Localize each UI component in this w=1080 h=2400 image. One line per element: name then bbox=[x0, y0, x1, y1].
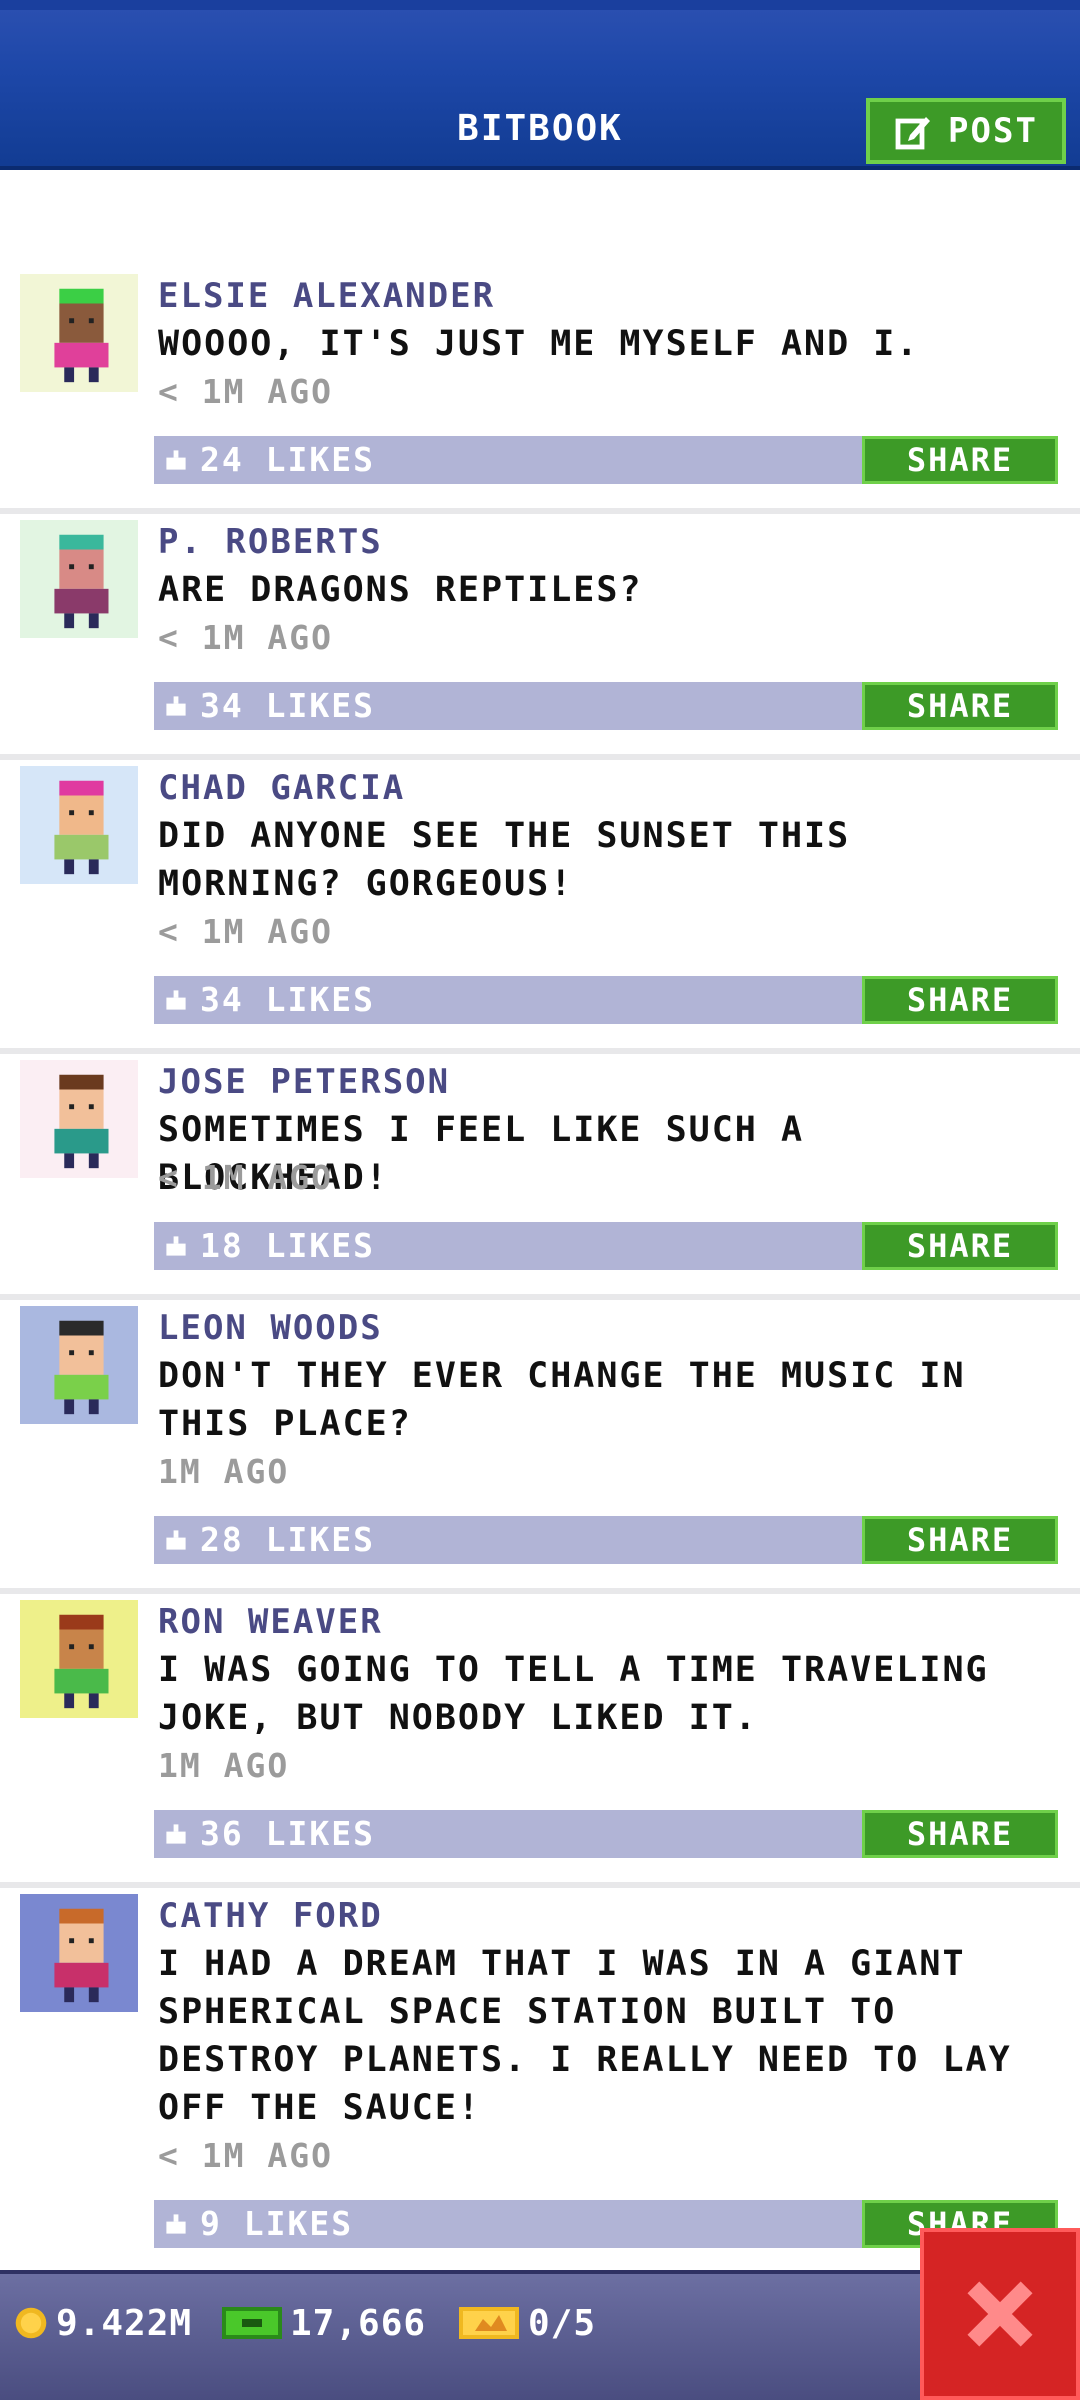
coin-icon bbox=[15, 2307, 47, 2339]
likes-bar: 18 LIKES SHARE bbox=[154, 1222, 1058, 1270]
avatar-icon bbox=[20, 1894, 138, 2012]
tickets-value: 0/5 bbox=[528, 2302, 597, 2344]
likes-label: 28 LIKES bbox=[200, 1520, 375, 1559]
likes-count[interactable]: 24 LIKES bbox=[164, 436, 375, 484]
post-item: ELSIE ALEXANDER WOOOO, IT'S JUST ME MYSEL… bbox=[0, 270, 1080, 514]
avatar-icon bbox=[20, 766, 138, 884]
likes-bar: 34 LIKES SHARE bbox=[154, 976, 1058, 1024]
avatar-icon bbox=[20, 1306, 138, 1424]
post-text-line: WOOOO, IT'S JUST ME MYSELF AND I. bbox=[158, 324, 920, 364]
bux-icon bbox=[222, 2307, 282, 2339]
app-header: BITBOOK POST bbox=[0, 0, 1080, 170]
post-item: CHAD GARCIA DID ANYONE SEE THE SUNSET THI… bbox=[0, 762, 1080, 1054]
post-text-line: OFF THE SAUCE! bbox=[158, 2088, 482, 2128]
likes-label: 34 LIKES bbox=[200, 980, 375, 1019]
post-text-line: MORNING? GORGEOUS! bbox=[158, 864, 574, 904]
post-button-label: POST bbox=[948, 111, 1038, 151]
bux-value: 17,666 bbox=[290, 2302, 427, 2344]
avatar-icon bbox=[20, 1600, 138, 1718]
post-text-line: THIS PLACE? bbox=[158, 1404, 412, 1444]
coins-value: 9.422M bbox=[56, 2302, 193, 2344]
post-author[interactable]: JOSE PETERSON bbox=[158, 1058, 450, 1106]
share-button[interactable]: SHARE bbox=[862, 1516, 1058, 1564]
ticket-icon bbox=[459, 2307, 519, 2339]
likes-count[interactable]: 18 LIKES bbox=[164, 1222, 375, 1270]
post-item: P. ROBERTS ARE DRAGONS REPTILES? < 1M AGO 3… bbox=[0, 516, 1080, 760]
avatar[interactable] bbox=[20, 766, 138, 884]
post-timestamp: 1M AGO bbox=[158, 1452, 290, 1491]
likes-bar: 28 LIKES SHARE bbox=[154, 1516, 1058, 1564]
thumbs-up-icon bbox=[166, 1236, 186, 1256]
post-timestamp: < 1M AGO bbox=[158, 618, 333, 657]
tickets-stat: 0/5 bbox=[458, 2298, 596, 2348]
likes-count[interactable]: 28 LIKES bbox=[164, 1516, 375, 1564]
post-timestamp: < 1M AGO bbox=[158, 1158, 333, 1197]
post-timestamp: 1M AGO bbox=[158, 1746, 290, 1785]
post-text-line: JOKE, BUT NOBODY LIKED IT. bbox=[158, 1698, 758, 1738]
post-text-line: ARE DRAGONS REPTILES? bbox=[158, 570, 643, 610]
likes-label: 9 LIKES bbox=[200, 2204, 354, 2243]
avatar[interactable] bbox=[20, 274, 138, 392]
likes-count[interactable]: 34 LIKES bbox=[164, 976, 375, 1024]
post-feed[interactable]: ELSIE ALEXANDER WOOOO, IT'S JUST ME MYSEL… bbox=[0, 170, 1080, 2270]
avatar[interactable] bbox=[20, 1600, 138, 1718]
likes-count[interactable]: 34 LIKES bbox=[164, 682, 375, 730]
post-text-line: I WAS GOING TO TELL A TIME TRAVELING bbox=[158, 1650, 989, 1690]
thumbs-up-icon bbox=[166, 990, 186, 1010]
avatar-icon bbox=[20, 520, 138, 638]
share-button[interactable]: SHARE bbox=[862, 976, 1058, 1024]
likes-bar: 36 LIKES SHARE bbox=[154, 1810, 1058, 1858]
thumbs-up-icon bbox=[166, 2214, 186, 2234]
likes-count[interactable]: 36 LIKES bbox=[164, 1810, 375, 1858]
post-text-line: DID ANYONE SEE THE SUNSET THIS bbox=[158, 816, 851, 856]
post-author[interactable]: CATHY FORD bbox=[158, 1892, 383, 1940]
avatar-icon bbox=[20, 274, 138, 392]
avatar[interactable] bbox=[20, 1894, 138, 2012]
post-author[interactable]: LEON WOODS bbox=[158, 1304, 383, 1352]
post-author[interactable]: CHAD GARCIA bbox=[158, 764, 405, 812]
likes-label: 18 LIKES bbox=[200, 1226, 375, 1265]
avatar[interactable] bbox=[20, 520, 138, 638]
post-item: LEON WOODS DON'T THEY EVER CHANGE THE MUS… bbox=[0, 1302, 1080, 1594]
likes-bar: 24 LIKES SHARE bbox=[154, 436, 1058, 484]
post-timestamp: < 1M AGO bbox=[158, 2136, 333, 2175]
likes-bar: 34 LIKES SHARE bbox=[154, 682, 1058, 730]
post-author[interactable]: P. ROBERTS bbox=[158, 518, 383, 566]
status-bar: 9.422M 17,666 0/5 bbox=[0, 2270, 1080, 2400]
thumbs-up-icon bbox=[166, 1824, 186, 1844]
thumbs-up-icon bbox=[166, 450, 186, 470]
avatar[interactable] bbox=[20, 1306, 138, 1424]
post-item: RON WEAVER I WAS GOING TO TELL A TIME TRA… bbox=[0, 1596, 1080, 1888]
share-button[interactable]: SHARE bbox=[862, 436, 1058, 484]
close-icon bbox=[967, 2281, 1033, 2347]
likes-count[interactable]: 9 LIKES bbox=[164, 2200, 353, 2248]
post-text-line: SPHERICAL SPACE STATION BUILT TO bbox=[158, 1992, 897, 2032]
share-button[interactable]: SHARE bbox=[862, 1810, 1058, 1858]
post-author[interactable]: RON WEAVER bbox=[158, 1598, 383, 1646]
post-timestamp: < 1M AGO bbox=[158, 912, 333, 951]
post-author[interactable]: ELSIE ALEXANDER bbox=[158, 272, 495, 320]
post-timestamp: < 1M AGO bbox=[158, 372, 333, 411]
thumbs-up-icon bbox=[166, 696, 186, 716]
likes-label: 24 LIKES bbox=[200, 440, 375, 479]
share-button[interactable]: SHARE bbox=[862, 1222, 1058, 1270]
coins-stat: 9.422M bbox=[14, 2298, 192, 2348]
post-item: CATHY FORD I HAD A DREAM THAT I WAS IN A … bbox=[0, 1890, 1080, 2270]
post-text-line: DON'T THEY EVER CHANGE THE MUSIC IN bbox=[158, 1356, 966, 1396]
post-text-line: I HAD A DREAM THAT I WAS IN A GIANT bbox=[158, 1944, 966, 1984]
thumbs-up-icon bbox=[166, 1530, 186, 1550]
likes-label: 36 LIKES bbox=[200, 1814, 375, 1853]
avatar[interactable] bbox=[20, 1060, 138, 1178]
close-button[interactable] bbox=[920, 2228, 1080, 2400]
post-button[interactable]: POST bbox=[866, 98, 1066, 164]
bux-stat: 17,666 bbox=[222, 2298, 426, 2348]
share-button[interactable]: SHARE bbox=[862, 682, 1058, 730]
avatar-icon bbox=[20, 1060, 138, 1178]
post-text-line: DESTROY PLANETS. I REALLY NEED TO LAY bbox=[158, 2040, 1012, 2080]
post-item: JOSE PETERSON SOMETIMES I FEEL LIKE SUCH … bbox=[0, 1056, 1080, 1300]
likes-label: 34 LIKES bbox=[200, 686, 375, 725]
edit-icon bbox=[895, 117, 931, 150]
